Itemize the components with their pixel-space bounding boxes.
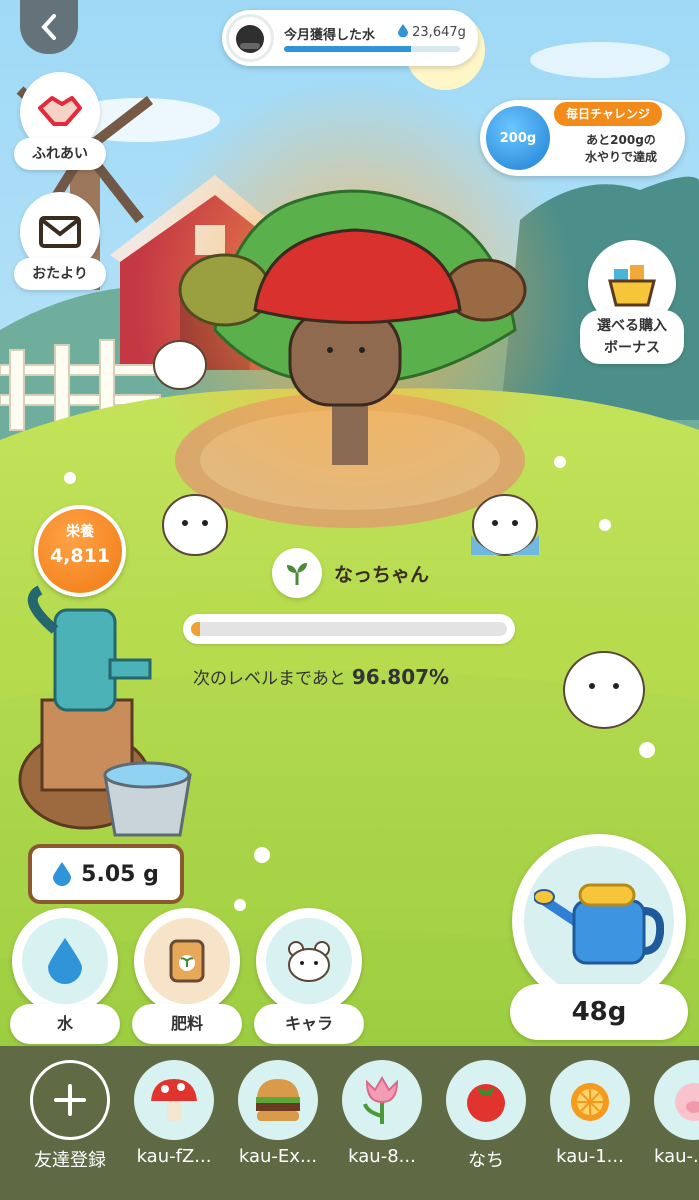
daily-challenge-tag: 毎日チャレンジ <box>554 102 662 126</box>
daily-challenge-card[interactable]: 200g 毎日チャレンジ あと200gの 水やりで達成 <box>480 100 685 176</box>
hamster-right <box>563 651 645 729</box>
mushroom-icon <box>151 1079 197 1121</box>
fureai-button[interactable]: ふれあい <box>14 72 106 182</box>
shopping-basket-icon <box>608 265 656 307</box>
bucket <box>103 761 192 837</box>
hamster-small-left <box>153 340 207 390</box>
mail-icon <box>39 216 81 248</box>
nutrition-title: 栄養 <box>66 524 94 540</box>
friend-item[interactable]: kau-... <box>646 1060 699 1190</box>
plus-icon <box>54 1084 86 1116</box>
tulip-icon <box>363 1076 399 1124</box>
watering-can-icon <box>534 883 664 965</box>
back-button[interactable] <box>20 0 78 54</box>
level-remaining-percent: 96.807% <box>351 665 450 689</box>
friend-name: kau-8... <box>348 1146 416 1167</box>
friend-item[interactable]: kau-Ex... <box>230 1060 326 1190</box>
friend-name: kau-Ex... <box>238 1146 318 1167</box>
chevron-left-icon <box>41 14 56 40</box>
daily-challenge-desc: あと200gの 水やりで達成 <box>584 133 657 164</box>
water-drop-icon <box>398 24 408 38</box>
fertilizer-icon <box>169 939 205 983</box>
monthly-water-label: 今月獲得した水 <box>284 28 376 43</box>
nutrition-value: 4,811 <box>49 545 111 567</box>
purchase-bonus-label: 選べる購入 ボーナス <box>580 310 684 364</box>
orange-icon <box>571 1083 609 1121</box>
friend-name: kau-... <box>654 1146 699 1167</box>
friends-bar: 友達登録 kau-fZ... kau-Ex... kau-8... なち kau… <box>0 1046 699 1200</box>
level-remaining-label: 次のレベルまであと <box>193 669 346 689</box>
fureai-label: ふれあい <box>14 138 106 170</box>
level-remaining-text: 次のレベルまであと 96.807% <box>193 664 449 689</box>
fertilizer-button[interactable]: 肥料 <box>132 908 242 1044</box>
water-button[interactable]: 水 <box>10 908 120 1044</box>
tomato-icon <box>467 1084 505 1122</box>
monthly-water-panel[interactable]: 今月獲得した水 23,647g <box>222 10 478 66</box>
water-amount-value: 5.05 g <box>81 861 159 887</box>
pig-icon <box>675 1083 699 1121</box>
hamster-icon <box>288 941 330 982</box>
water-label: 水 <box>10 1004 120 1044</box>
monthly-water-value: 23,647g <box>398 24 466 40</box>
friend-item[interactable]: なち <box>438 1060 534 1190</box>
friend-name: なち <box>468 1150 504 1171</box>
nutrition-badge: 栄養 4,811 <box>34 505 126 597</box>
friend-item[interactable]: kau-fZ... <box>126 1060 222 1190</box>
water-drop-icon <box>48 938 82 984</box>
hamster-left <box>162 494 228 556</box>
character-button[interactable]: キャラ <box>254 908 364 1044</box>
water-jar-icon: 200g <box>486 106 550 170</box>
water-amount-display: 5.05 g <box>28 844 184 904</box>
friend-name: kau-1... <box>556 1146 624 1167</box>
friend-item[interactable]: kau-1... <box>542 1060 638 1190</box>
sprout-icon <box>287 563 307 585</box>
otayori-label: おたより <box>14 258 106 290</box>
friend-name: 友達登録 <box>34 1150 106 1171</box>
plant-name: なっちゃん <box>334 564 430 586</box>
purchase-bonus-button[interactable]: 選べる購入 ボーナス <box>580 240 684 366</box>
watering-can-button[interactable]: 48g <box>510 834 688 1044</box>
water-drop-icon <box>53 862 72 886</box>
hamster-wizard <box>471 494 539 556</box>
level-progress-bar <box>183 614 515 644</box>
friend-item[interactable]: kau-8... <box>334 1060 430 1190</box>
watering-can-amount: 48g <box>510 984 688 1040</box>
handshake-icon <box>38 96 82 126</box>
friend-name: kau-fZ... <box>136 1146 212 1167</box>
otayori-button[interactable]: おたより <box>14 192 106 302</box>
boar-icon <box>236 25 264 53</box>
avatar <box>226 14 274 62</box>
fertilizer-label: 肥料 <box>132 1004 242 1044</box>
monthly-water-progress <box>284 46 460 52</box>
character-label: キャラ <box>254 1004 364 1044</box>
add-friend-button[interactable]: 友達登録 <box>22 1060 118 1190</box>
burger-icon <box>256 1079 300 1121</box>
